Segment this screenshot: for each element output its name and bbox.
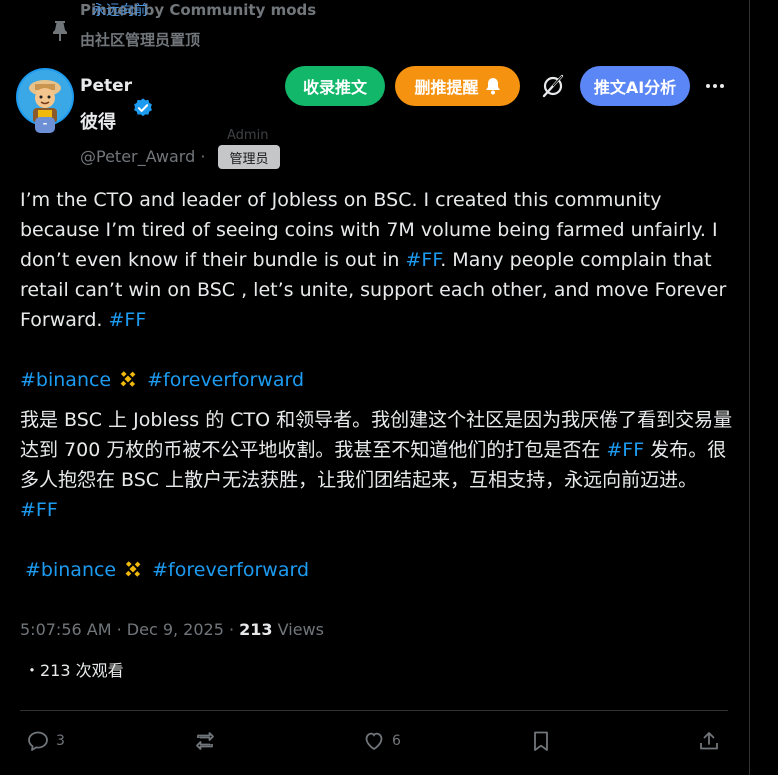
reply-icon	[28, 731, 48, 751]
heart-icon	[365, 732, 383, 751]
hashtag-ff[interactable]: #FF	[109, 309, 147, 331]
column-divider	[749, 0, 750, 775]
bookmark-icon	[534, 731, 548, 751]
grok-slash-icon[interactable]	[540, 73, 566, 99]
views-label: Views	[272, 620, 324, 639]
hashtag-binance[interactable]: #binance	[20, 369, 111, 391]
role-badge: 管理员	[218, 145, 280, 169]
hashtag-row: #binance #foreverforward	[20, 365, 304, 395]
views-count: 213	[239, 620, 273, 639]
timestamp-text[interactable]: 5:07:56 AM · Dec 9, 2025 ·	[20, 620, 239, 639]
delete-reminder-label: 删推提醒	[414, 78, 479, 97]
pinned-label-cn: 由社区管理员置顶	[80, 31, 201, 49]
reply-button[interactable]: 3	[26, 729, 65, 753]
post-text-en: I’m the CTO and leader of Jobless on BSC…	[20, 185, 735, 335]
handle-separator: ·	[200, 147, 206, 166]
bell-icon	[485, 78, 500, 95]
action-bar-divider	[20, 710, 728, 711]
ai-analysis-label: 推文AI分析	[593, 78, 677, 97]
like-count: 6	[392, 733, 401, 749]
hashtag-foreverforward[interactable]: #foreverforward	[152, 559, 309, 581]
verified-badge-icon	[134, 98, 152, 117]
hashtag-row-cn: #binance #foreverforward	[25, 555, 309, 585]
share-icon	[700, 732, 718, 750]
avatar-character-icon	[18, 70, 72, 124]
retweet-icon	[196, 732, 214, 750]
pin-icon	[53, 21, 67, 41]
ai-analysis-button[interactable]: 推文AI分析	[580, 66, 690, 106]
save-tweet-label: 收录推文	[302, 78, 367, 97]
post-text-cn: 我是 BSC 上 Jobless 的 CTO 和领导者。我创建这个社区是因为我厌…	[20, 405, 735, 525]
author-name-cn[interactable]: 彼得	[80, 108, 116, 134]
binance-icon	[125, 561, 141, 577]
hashtag-ff[interactable]: #FF	[405, 249, 440, 271]
author-name[interactable]: Peter	[80, 76, 132, 96]
pinned-overlay-text: 永远向前	[92, 3, 148, 19]
delete-reminder-button[interactable]: 删推提醒	[395, 66, 520, 106]
hashtag-binance[interactable]: #binance	[25, 559, 116, 581]
post-timestamp[interactable]: 5:07:56 AM · Dec 9, 2025 · 213 Views	[20, 620, 324, 639]
role-label-en: Admin	[227, 128, 269, 143]
like-button[interactable]: 6	[362, 729, 401, 753]
share-button[interactable]	[697, 729, 721, 753]
views-count-cn: ・213 次观看	[24, 661, 124, 680]
save-tweet-button[interactable]: 收录推文	[285, 66, 385, 106]
avatar-badge: -	[35, 117, 55, 133]
author-handle[interactable]: @Peter_Award ·	[80, 147, 205, 166]
reply-count: 3	[56, 733, 65, 749]
hashtag-ff[interactable]: #FF	[20, 499, 58, 521]
hashtag-ff[interactable]: #FF	[606, 439, 644, 461]
hashtag-foreverforward[interactable]: #foreverforward	[147, 369, 304, 391]
binance-icon	[120, 371, 136, 387]
retweet-button[interactable]	[193, 729, 217, 753]
handle-text[interactable]: @Peter_Award	[80, 147, 195, 166]
more-options-icon[interactable]	[704, 80, 726, 92]
bookmark-button[interactable]	[529, 729, 553, 753]
